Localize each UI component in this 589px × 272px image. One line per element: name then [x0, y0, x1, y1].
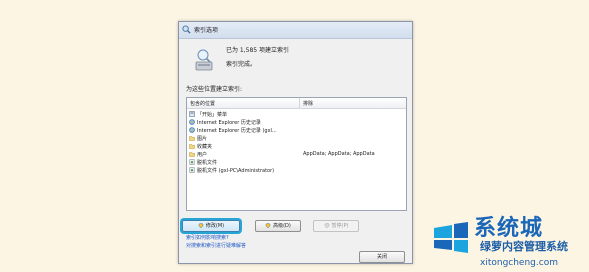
shield-icon [265, 223, 271, 228]
list-item-label: 收藏夹 [197, 144, 213, 150]
shield-icon [324, 223, 329, 228]
list-item-label: 用户 [197, 152, 208, 158]
offline-files-icon [189, 167, 195, 173]
list-item-label: Internet Explorer 历史记录 (gxl... [197, 128, 277, 134]
title-bar: 索引选项 [179, 22, 412, 39]
list-item[interactable]: 脱机文件 (gxl-PC\Administrator) [189, 166, 403, 174]
modify-button[interactable]: 修改(M) [182, 220, 240, 232]
list-item[interactable]: 「开始」菜单 [189, 110, 403, 118]
watermark-logo-icon [434, 222, 468, 253]
list-item[interactable]: 用户 AppData; AppData; AppData [189, 150, 403, 158]
ie-history-icon [189, 119, 195, 125]
advanced-button[interactable]: 高级(D) [255, 220, 301, 232]
index-locations-label: 为这些位置建立索引: [186, 86, 243, 93]
magnifier-icon [182, 25, 191, 34]
ie-history-icon [189, 127, 195, 133]
watermark-text: 绿萝内容管理系统 [480, 240, 568, 253]
list-item[interactable]: 脱机文件 [189, 158, 403, 166]
troubleshoot-search-link[interactable]: 对搜索和索引进行疑难解答 [186, 242, 246, 249]
advanced-button-label: 高级(D) [273, 223, 291, 229]
folder-icon [189, 136, 195, 141]
index-status-text: 索引完成。 [226, 61, 257, 68]
folder-icon [189, 152, 195, 157]
offline-files-icon [189, 159, 195, 165]
watermark-site: xitongcheng.com [480, 258, 558, 268]
column-header-excluded[interactable]: 排除 [303, 100, 313, 107]
list-item-label: 「开始」菜单 [197, 112, 228, 118]
modify-button-label: 修改(M) [205, 223, 225, 229]
list-item-label: Internet Explorer 历史记录 [197, 120, 261, 126]
how-indexing-affects-search-link[interactable]: 索引如何影响搜索? [186, 234, 229, 241]
close-button[interactable]: 关闭 [359, 251, 405, 263]
list-header: 包含的位置 排除 [187, 98, 406, 109]
folder-icon [189, 144, 195, 149]
indexing-options-window: 索引选项 已为 1,585 项建立索引 索引完成。 为这些位置建立索引: 包含的… [178, 21, 413, 264]
column-divider[interactable] [299, 98, 300, 108]
list-item-label: 图片 [197, 136, 208, 142]
pause-button-label: 暂停(P) [331, 223, 349, 229]
list-item-excluded: AppData; AppData; AppData [303, 151, 375, 157]
start-menu-icon [189, 111, 195, 117]
column-header-included[interactable]: 包含的位置 [190, 100, 215, 107]
list-item[interactable]: Internet Explorer 历史记录 [189, 118, 403, 126]
pause-button[interactable]: 暂停(P) [313, 220, 359, 232]
list-item[interactable]: Internet Explorer 历史记录 (gxl... [189, 126, 403, 134]
indexing-status-icon [195, 49, 213, 71]
list-item-label: 脱机文件 [197, 160, 218, 166]
list-item[interactable]: 收藏夹 [189, 142, 403, 150]
indexed-count-text: 已为 1,585 项建立索引 [226, 47, 289, 54]
list-item-label: 脱机文件 (gxl-PC\Administrator) [197, 168, 275, 174]
window-title: 索引选项 [194, 27, 219, 34]
shield-icon [198, 223, 204, 228]
list-item[interactable]: 图片 [189, 134, 403, 142]
index-locations-list[interactable]: 包含的位置 排除 「开始」菜单 Internet Explorer 历史记录 I… [186, 97, 407, 211]
